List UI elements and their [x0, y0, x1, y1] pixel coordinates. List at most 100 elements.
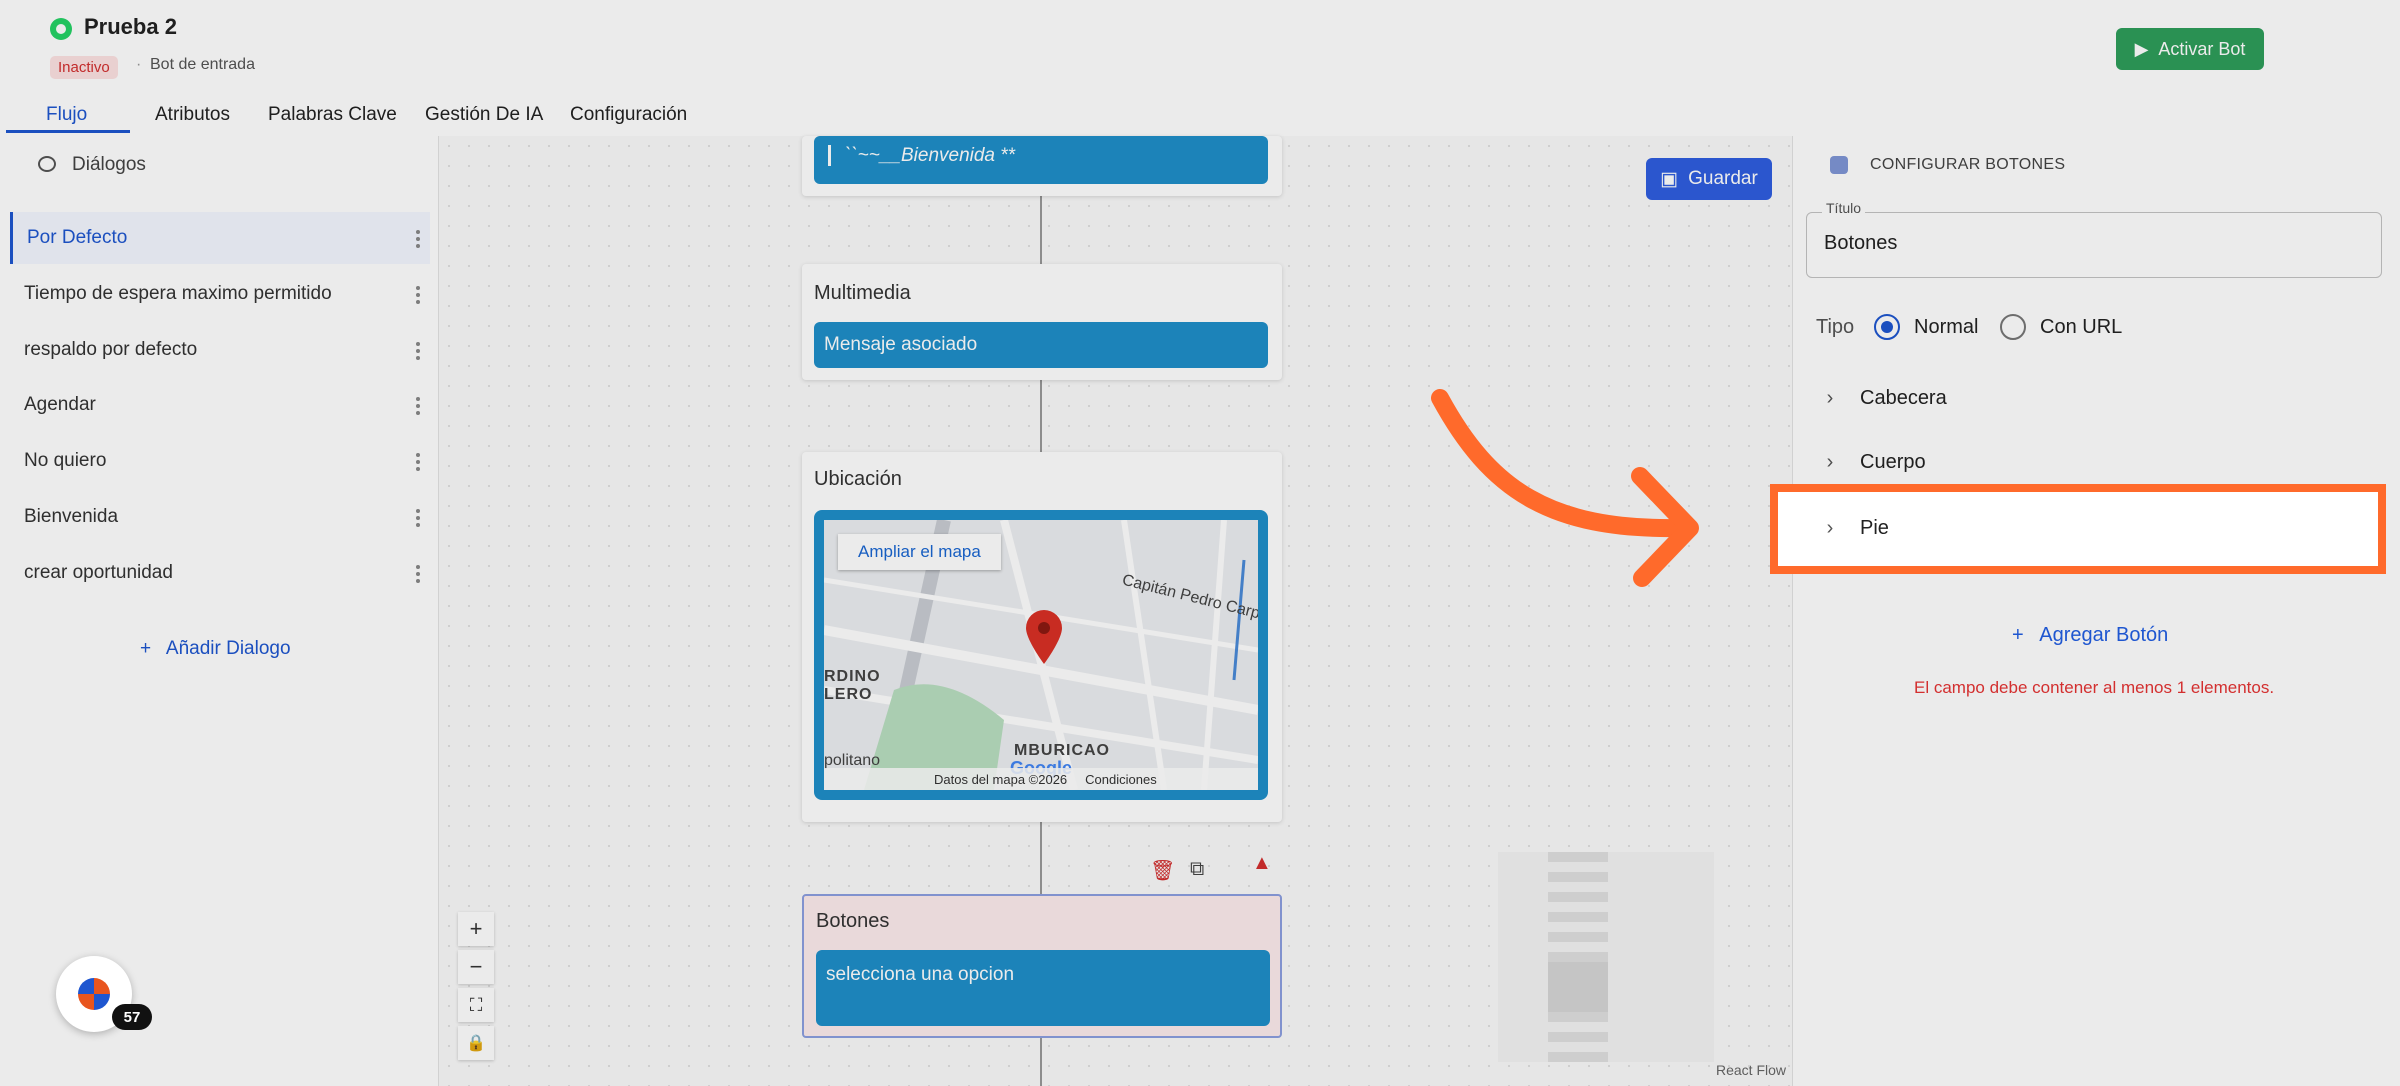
chat-bubbles-icon [38, 156, 56, 172]
activate-bot-button[interactable]: ▶ Activar Bot [2116, 28, 2264, 70]
node-title: Ubicación [814, 468, 902, 490]
map-area-label: RDINO [824, 668, 881, 685]
plus-icon: + [140, 638, 152, 659]
sidebar-item-crear-oportunidad[interactable]: crear oportunidad [10, 547, 430, 599]
flow-node-bienvenida[interactable]: ``~~__Bienvenida ** [802, 136, 1282, 196]
add-dialog-button[interactable]: + Añadir Dialogo [140, 638, 291, 660]
sidebar-item-label: respaldo por defecto [24, 339, 198, 360]
react-flow-attribution[interactable]: React Flow [1716, 1062, 1786, 1078]
tab-palabras-clave[interactable]: Palabras Clave [268, 104, 397, 126]
tab-atributos[interactable]: Atributos [155, 104, 230, 126]
accordion-label: Pie [1860, 516, 1889, 539]
flow-minimap[interactable] [1498, 852, 1714, 1062]
sidebar-item-agendar[interactable]: Agendar [10, 379, 430, 431]
type-label: Tipo [1816, 316, 1855, 338]
trash-icon[interactable]: 🗑 [1150, 858, 1175, 883]
add-button-link[interactable]: + Agregar Botón [2012, 624, 2168, 647]
radio-con-url-label[interactable]: Con URL [2040, 316, 2122, 339]
node-message: Mensaje asociado [814, 322, 1268, 368]
tab-gestion-ia[interactable]: Gestión De IA [425, 104, 543, 126]
flow-node-botones[interactable]: Botones selecciona una opcion [802, 894, 1282, 1038]
panel-title: CONFIGURAR BOTONES [1870, 156, 2066, 173]
flow-node-ubicacion[interactable]: Ubicación Ampliar el mapa Capitán Pedro … [802, 452, 1282, 822]
chevron-right-icon: › [1826, 516, 1834, 539]
warning-icon: ▲ [1252, 852, 1272, 874]
save-button[interactable]: ▣ Guardar [1646, 158, 1772, 200]
radio-normal-label[interactable]: Normal [1914, 316, 1978, 339]
node-message-text: ``~~__Bienvenida ** [828, 145, 1016, 166]
enlarge-map-link[interactable]: Ampliar el mapa [838, 534, 1001, 570]
minimap-viewport [1548, 962, 1608, 1012]
validation-error: El campo debe contener al menos 1 elemen… [1914, 678, 2275, 697]
map-terms-link[interactable]: Condiciones [1085, 772, 1157, 787]
sidebar-item-label: crear oportunidad [24, 562, 173, 583]
sidebar-item-respaldo[interactable]: respaldo por defecto [10, 324, 430, 376]
sidebar-title: Diálogos [72, 154, 146, 175]
more-vertical-icon[interactable] [416, 565, 420, 583]
radio-con-url[interactable] [2000, 314, 2026, 340]
lock-icon[interactable]: 🔒 [458, 1026, 494, 1060]
tab-configuracion[interactable]: Configuración [570, 104, 687, 126]
annotation-arrow-icon [1431, 389, 1699, 587]
config-panel [1792, 136, 2400, 1086]
bot-type-label: Bot de entrada [150, 56, 255, 73]
plus-icon: + [2012, 624, 2024, 646]
more-vertical-icon[interactable] [416, 397, 420, 415]
map-area-label: LERO [824, 686, 873, 703]
sidebar-item-no-quiero[interactable]: No quiero [10, 435, 430, 487]
add-button-label: Agregar Botón [2039, 624, 2169, 646]
accordion-label: Cuerpo [1860, 450, 1926, 473]
save-label: Guardar [1688, 168, 1758, 189]
brand-logo-icon [78, 978, 110, 1010]
more-vertical-icon[interactable] [416, 509, 420, 527]
minimap-nodes [1548, 852, 1608, 1062]
flow-node-multimedia[interactable]: Multimedia Mensaje asociado [802, 264, 1282, 380]
collapse-panel-icon[interactable] [1830, 156, 1848, 174]
accordion-cuerpo[interactable]: › Cuerpo [1810, 432, 2380, 492]
separator-dot: · [136, 56, 142, 73]
sidebar-item-tiempo-espera[interactable]: Tiempo de espera maximo permitido [10, 268, 430, 320]
radio-normal[interactable] [1874, 314, 1900, 340]
map-attribution: Datos del mapa ©2026 Condiciones [824, 768, 1258, 790]
sidebar-item-por-defecto[interactable]: Por Defecto [10, 212, 430, 264]
node-message: selecciona una opcion [816, 950, 1270, 1026]
title-field-value[interactable]: Botones [1824, 232, 1897, 255]
more-vertical-icon[interactable] [416, 286, 420, 304]
node-title: Botones [816, 910, 890, 932]
chevron-right-icon: › [1826, 450, 1834, 473]
activate-bot-label: Activar Bot [2158, 38, 2246, 59]
floppy-disk-icon: ▣ [1660, 168, 1679, 190]
flow-edge [1040, 1038, 1042, 1086]
map-data-label: Datos del mapa ©2026 [934, 771, 1068, 787]
chevron-right-icon: › [1826, 386, 1834, 409]
zoom-in-button[interactable]: + [458, 912, 494, 946]
map-view[interactable]: Ampliar el mapa Capitán Pedro Carpin RDI… [824, 520, 1258, 790]
more-vertical-icon[interactable] [416, 453, 420, 471]
play-icon: ▶ [2134, 38, 2149, 59]
zoom-out-button[interactable]: − [458, 950, 494, 984]
active-tab-indicator [6, 130, 130, 133]
bot-title: Prueba 2 [84, 14, 177, 39]
app-header [0, 0, 2400, 102]
accordion-cabecera[interactable]: › Cabecera [1810, 368, 2380, 428]
whatsapp-icon [50, 18, 72, 40]
more-vertical-icon[interactable] [416, 230, 420, 248]
title-field-label: Título [1822, 200, 1866, 216]
accordion-label: Cabecera [1860, 386, 1947, 409]
more-vertical-icon[interactable] [416, 342, 420, 360]
main-tabs: Flujo Atributos Palabras Clave Gestión D… [0, 102, 2400, 136]
node-message: ``~~__Bienvenida ** [814, 136, 1268, 184]
status-badge: Inactivo [50, 56, 118, 79]
sidebar-item-label: No quiero [24, 450, 107, 471]
sidebar-item-label: Bienvenida [24, 506, 119, 527]
sidebar-item-bienvenida[interactable]: Bienvenida [10, 491, 430, 543]
tab-flujo[interactable]: Flujo [46, 104, 87, 126]
flow-edge [1040, 822, 1042, 894]
fit-view-button[interactable]: ⛶ [458, 988, 494, 1022]
add-dialog-label: Añadir Dialogo [165, 638, 291, 659]
map-pin-icon [1026, 610, 1062, 664]
copy-icon[interactable]: ⧉ [1190, 858, 1204, 881]
flow-edge [1040, 380, 1042, 452]
accordion-pie[interactable]: › Pie [1810, 498, 2380, 558]
node-title: Multimedia [814, 282, 911, 304]
